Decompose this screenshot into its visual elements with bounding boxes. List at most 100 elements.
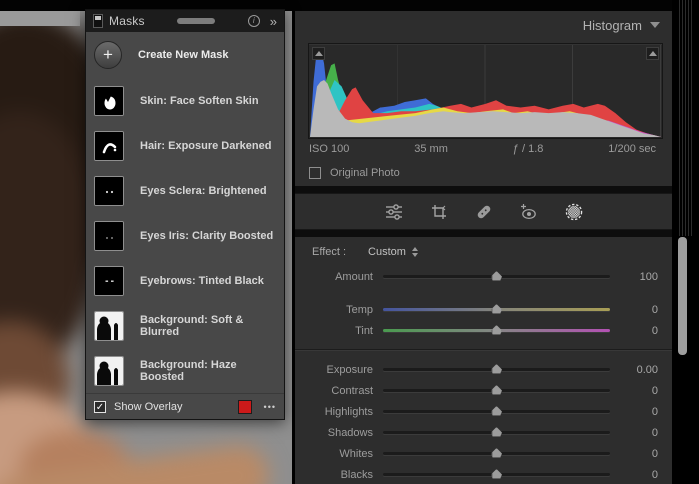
slider-track[interactable] [383,308,610,311]
mask-thumbnail-eyebrows[interactable] [94,266,124,296]
mask-thumbnail-eyes[interactable] [94,221,124,251]
slider-thumb[interactable] [491,406,502,416]
healing-brush-icon[interactable] [474,202,494,222]
effect-row: Effect : Custom [295,237,672,266]
histogram-graph[interactable] [310,45,661,137]
masks-panel-title: Masks [109,14,145,28]
slider-label: Whites [307,448,373,460]
group-divider [295,349,672,351]
masks-panel: Masks i » + Create New Mask Skin: Face S… [85,9,285,420]
show-overlay-checkbox[interactable]: ✓ [94,401,106,413]
create-new-mask-button[interactable]: + Create New Mask [86,32,284,78]
original-photo-row: Original Photo [295,159,672,186]
aperture-value: ƒ / 1.8 [513,143,544,155]
mask-item-label: Eyes Sclera: Brightened [140,185,267,197]
slider-value: 0.00 [620,364,658,376]
slider-track[interactable] [383,329,610,332]
scrollbar-thumb[interactable] [678,237,687,355]
mask-thumbnail-face[interactable] [94,86,124,116]
section-divider [295,230,672,237]
masking-icon-active[interactable] [564,202,584,222]
mask-item-skin[interactable]: Skin: Face Soften Skin [86,78,284,123]
red-eye-icon[interactable] [519,202,539,222]
panel-gutter [672,0,699,484]
mask-thumbnail-silhouette[interactable] [94,356,124,386]
slider-thumb[interactable] [491,427,502,437]
slider-value: 0 [620,406,658,418]
slider-label: Shadows [307,427,373,439]
slider-track[interactable] [383,389,610,392]
masks-panel-header[interactable]: Masks i » [86,10,284,32]
basic-adjust-icon[interactable] [384,202,404,222]
slider-value: 0 [620,469,658,481]
original-photo-label: Original Photo [330,167,400,179]
mask-item-label: Eyebrows: Tinted Black [140,275,264,287]
histogram-header[interactable]: Histogram [295,11,672,39]
slider-label: Tint [307,325,373,337]
mask-thumbnail-hair[interactable] [94,131,124,161]
slider-label: Amount [307,271,373,283]
tint-slider[interactable]: Tint 0 [295,320,672,341]
slider-value: 0 [620,325,658,337]
slider-track[interactable] [383,473,610,476]
slider-thumb[interactable] [491,271,502,281]
mask-thumbnail-silhouette[interactable] [94,311,124,341]
exposure-slider[interactable]: Exposure 0.00 [295,359,672,380]
chevron-down-icon[interactable] [650,22,660,28]
shutter-speed-value: 1/200 sec [608,143,656,155]
masks-panel-icon [93,14,103,28]
show-overlay-label: Show Overlay [114,401,230,413]
develop-right-panel: Histogram ISO 100 35 mm ƒ / 1.8 1/200 se… [295,11,672,484]
slider-thumb[interactable] [491,325,502,335]
slider-thumb[interactable] [491,364,502,374]
crop-icon[interactable] [429,202,449,222]
contrast-slider[interactable]: Contrast 0 [295,380,672,401]
mask-item-label: Background: Haze Boosted [140,359,276,383]
mask-thumbnail-eyes[interactable] [94,176,124,206]
info-icon[interactable]: i [248,15,260,27]
mask-item-eyebrows[interactable]: Eyebrows: Tinted Black [86,258,284,303]
slider-thumb[interactable] [491,304,502,314]
mask-item-label: Skin: Face Soften Skin [140,95,259,107]
slider-value: 0 [620,304,658,316]
slider-label: Temp [307,304,373,316]
highlights-slider[interactable]: Highlights 0 [295,401,672,422]
highlight-clipping-button[interactable] [646,47,659,60]
updown-arrows-icon [412,247,418,257]
panel-edge-ridges [677,0,692,236]
whites-slider[interactable]: Whites 0 [295,443,672,464]
slider-label: Contrast [307,385,373,397]
more-options-icon[interactable]: ••• [264,402,276,412]
shadow-clipping-button[interactable] [312,47,325,60]
slider-track[interactable] [383,368,610,371]
create-new-mask-label: Create New Mask [138,49,229,61]
slider-track[interactable] [383,410,610,413]
temp-slider[interactable]: Temp 0 [295,299,672,320]
overlay-color-swatch[interactable] [238,400,252,414]
slider-track[interactable] [383,431,610,434]
slider-thumb[interactable] [491,469,502,479]
collapse-panel-icon[interactable]: » [270,15,277,28]
mask-item-background-haze[interactable]: Background: Haze Boosted [86,348,284,393]
slider-value: 0 [620,448,658,460]
slider-label: Highlights [307,406,373,418]
mask-item-background-soft[interactable]: Background: Soft & Blurred [86,303,284,348]
original-photo-checkbox[interactable] [309,167,321,179]
section-divider [295,186,672,193]
shadows-slider[interactable]: Shadows 0 [295,422,672,443]
mask-item-hair[interactable]: Hair: Exposure Darkened [86,123,284,168]
effect-label: Effect : [312,246,346,258]
amount-slider[interactable]: Amount 100 [295,266,672,287]
slider-thumb[interactable] [491,385,502,395]
slider-label: Blacks [307,469,373,481]
plus-icon[interactable]: + [94,41,122,69]
slider-value: 0 [620,427,658,439]
drag-handle[interactable] [177,18,215,24]
slider-track[interactable] [383,452,610,455]
mask-item-eyes-sclera[interactable]: Eyes Sclera: Brightened [86,168,284,213]
slider-track[interactable] [383,275,610,278]
slider-thumb[interactable] [491,448,502,458]
blacks-slider[interactable]: Blacks 0 [295,464,672,484]
effect-dropdown[interactable]: Custom [368,246,418,258]
mask-item-eyes-iris[interactable]: Eyes Iris: Clarity Boosted [86,213,284,258]
